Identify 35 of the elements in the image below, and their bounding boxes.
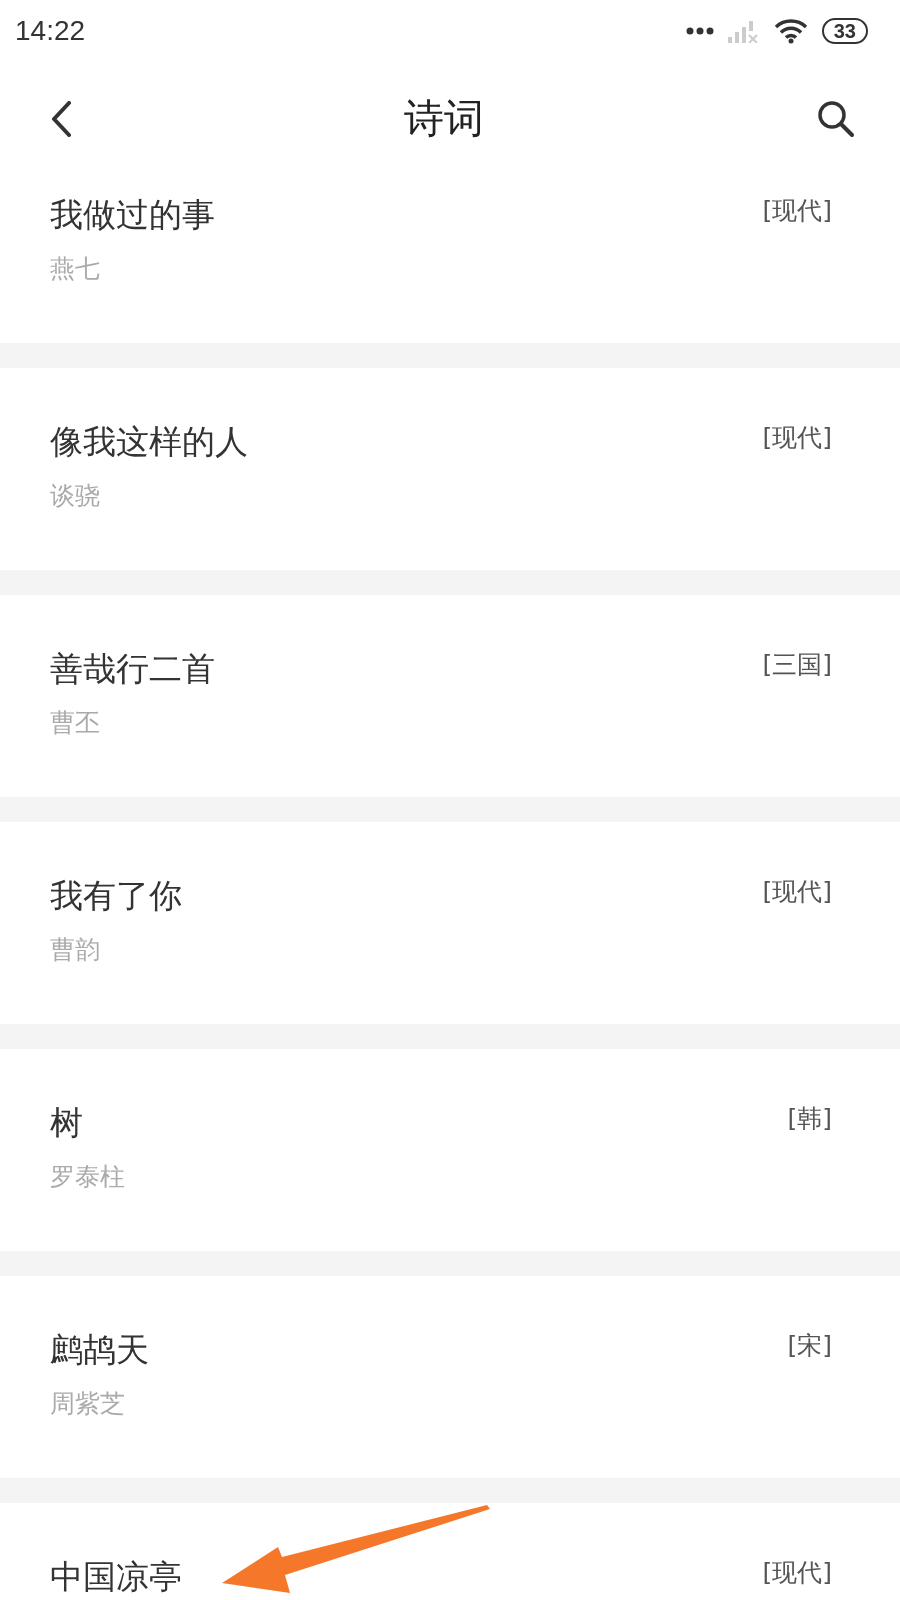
poem-title: 善哉行二首 — [50, 649, 215, 689]
poem-era: [现代] — [762, 422, 832, 454]
poem-title: 像我这样的人 — [50, 422, 248, 462]
poem-author: 燕七 — [50, 253, 101, 285]
poem-item[interactable]: 善哉行二首 曹丕 [三国] — [0, 595, 900, 797]
poem-author: 谈骁 — [50, 480, 101, 512]
search-icon[interactable] — [816, 98, 856, 139]
page-title: 诗词 — [404, 94, 484, 143]
poem-era: [现代] — [762, 1557, 832, 1589]
poem-item[interactable]: 我做过的事 燕七 [现代] — [0, 175, 900, 343]
status-time: 14:22 — [15, 15, 86, 47]
poem-title: 树 — [50, 1103, 84, 1143]
poem-item[interactable]: 鹧鸪天 周紫芝 [宋] — [0, 1276, 900, 1478]
poem-title: 中国凉亭 — [50, 1557, 182, 1597]
poem-era: [现代] — [762, 876, 832, 908]
poem-author: 罗泰柱 — [50, 1161, 125, 1193]
wifi-icon — [773, 18, 808, 44]
back-icon[interactable] — [50, 100, 72, 137]
poem-item[interactable]: 我有了你 曹韵 [现代] — [0, 822, 900, 1024]
poem-item[interactable]: 中国凉亭 [现代] — [0, 1503, 900, 1600]
signal-icon — [727, 19, 760, 43]
poem-item[interactable]: 树 罗泰柱 [韩] — [0, 1049, 900, 1251]
poem-era: [韩] — [787, 1103, 832, 1135]
more-dots-icon — [685, 27, 714, 35]
poem-title: 我有了你 — [50, 876, 182, 916]
battery-indicator: 33 — [821, 18, 868, 44]
poem-era: [现代] — [762, 195, 832, 227]
poem-author: 曹丕 — [50, 707, 101, 739]
poem-title: 我做过的事 — [50, 195, 215, 235]
poem-era: [宋] — [787, 1330, 832, 1362]
poem-era: [三国] — [762, 649, 832, 681]
poem-title: 鹧鸪天 — [50, 1330, 149, 1370]
poem-author: 周紫芝 — [50, 1388, 126, 1420]
poem-item[interactable]: 像我这样的人 谈骁 [现代] — [0, 368, 900, 570]
poem-author: 曹韵 — [50, 934, 101, 966]
